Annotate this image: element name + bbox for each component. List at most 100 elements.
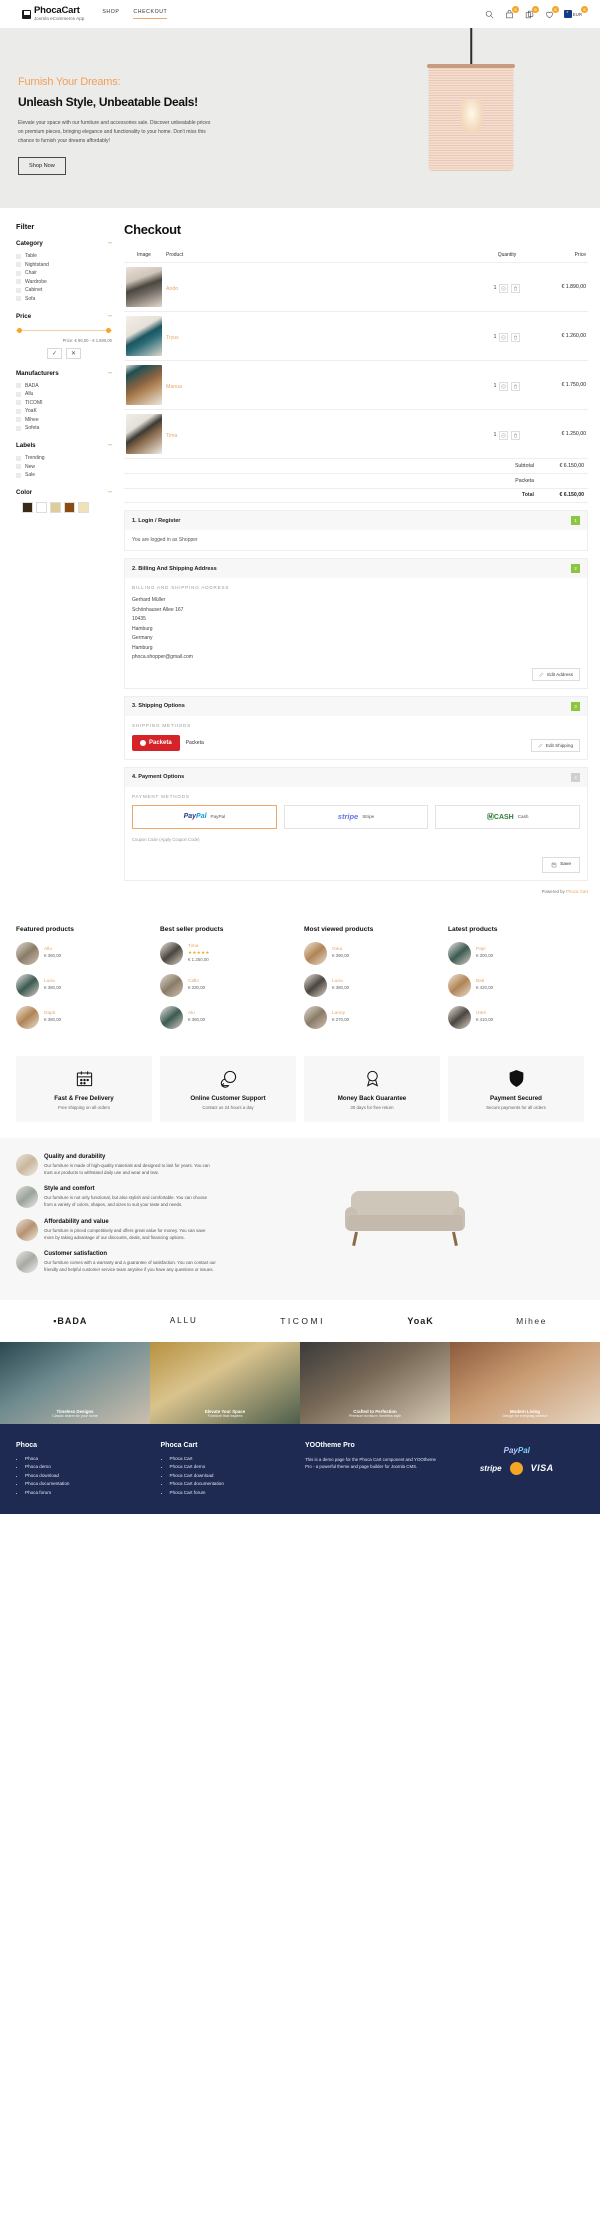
color-swatch-beige[interactable] (50, 502, 61, 513)
checkbox-icon[interactable] (16, 279, 21, 284)
filter-option-sofeta[interactable]: Sofeta (16, 425, 112, 431)
checkbox-icon[interactable] (16, 253, 21, 259)
footer-link[interactable]: Phoca documentation (25, 1481, 151, 1486)
strip-tile-crafted[interactable]: Crafted to Perfection Premium furniture, … (300, 1341, 450, 1424)
footer-link[interactable]: Phoca download (25, 1473, 151, 1478)
checkbox-icon[interactable] (16, 464, 21, 469)
filter-option-chair[interactable]: Chair (16, 270, 112, 276)
coupon-code-row[interactable]: Coupon Code (Apply Coupon Code) (132, 837, 580, 843)
product-name[interactable]: Bait (476, 978, 493, 985)
payment-method-paypal[interactable]: PayPal PayPal (132, 804, 277, 829)
product-name-link[interactable]: Tima (166, 433, 177, 439)
checkbox-icon[interactable] (16, 296, 21, 301)
footer-link[interactable]: Phoca Cart documentation (170, 1481, 296, 1486)
product-name[interactable]: Dapit (44, 1010, 61, 1017)
filter-option-new[interactable]: New (16, 464, 112, 470)
payment-method-cash[interactable]: ⓂCASH Cash (435, 804, 581, 829)
list-item[interactable]: Lanoy € 270,00 (304, 1005, 440, 1029)
checkbox-icon[interactable] (16, 287, 21, 293)
filter-option-ticomi[interactable]: TICOMI (16, 400, 112, 406)
edit-quantity-icon[interactable] (499, 283, 509, 293)
footer-link[interactable]: Phoca Cart forum (170, 1490, 296, 1495)
slider-knob-min[interactable] (17, 327, 22, 333)
list-item[interactable]: Allu € 360,00 (16, 941, 152, 965)
strip-tile-elevate[interactable]: Elevate Your Space Furniture that inspire… (150, 1341, 300, 1424)
brand-logo[interactable]: PhocaCart Joomla eCommerce App (22, 6, 84, 21)
remove-item-icon[interactable] (511, 283, 521, 293)
remove-item-icon[interactable] (511, 430, 521, 440)
list-item[interactable]: Luea € 380,00 (304, 973, 440, 997)
filter-option-sale[interactable]: Sale (16, 472, 112, 478)
collapse-icon[interactable]: – (108, 313, 112, 320)
product-thumbnail[interactable] (126, 267, 162, 307)
checkbox-icon[interactable] (16, 400, 21, 405)
cart-icon[interactable]: 0 (504, 5, 519, 20)
product-name[interactable]: Tima (188, 943, 210, 950)
step-header[interactable]: 2. Billing And Shipping Address 2 (125, 559, 587, 578)
footer-link[interactable]: Phoca demo (25, 1464, 151, 1469)
edit-quantity-icon[interactable] (499, 332, 509, 342)
color-swatch-cream[interactable] (78, 502, 89, 513)
strip-tile-modern[interactable]: Modern Living Design for everyday comfort (450, 1341, 600, 1424)
compare-icon[interactable]: 0 (524, 5, 539, 20)
filter-option-table[interactable]: Table (16, 253, 112, 259)
color-swatch-dark-brown[interactable] (22, 502, 33, 513)
filter-option-nightstand[interactable]: Nightstand (16, 262, 112, 268)
filter-option-cabinet[interactable]: Cabinet (16, 287, 112, 293)
list-item[interactable]: Tima ★★★★★ € 1.250,00 (160, 941, 296, 965)
save-button[interactable]: Save (542, 856, 580, 873)
list-item[interactable]: Callo € 330,00 (160, 973, 296, 997)
checkbox-icon[interactable] (16, 391, 21, 397)
product-name-link[interactable]: Ando (166, 286, 178, 292)
footer-link[interactable]: Phoca Cart (170, 1456, 296, 1461)
remove-item-icon[interactable] (511, 332, 521, 342)
collapse-icon[interactable]: – (108, 370, 112, 377)
product-name[interactable]: Lanoy (332, 1010, 349, 1017)
search-icon[interactable] (484, 9, 495, 20)
product-name-link[interactable]: Manua (166, 384, 182, 390)
coupon-code-hint[interactable]: (Apply Coupon Code) (159, 837, 199, 842)
checkbox-icon[interactable] (16, 270, 21, 276)
checkbox-icon[interactable] (16, 262, 21, 267)
price-reset-button[interactable]: ✕ (66, 347, 81, 359)
product-name[interactable]: Uteri (476, 1010, 493, 1017)
filter-option-bada[interactable]: BADA (16, 383, 112, 389)
product-thumbnail[interactable] (126, 414, 162, 454)
color-swatch-white[interactable] (36, 502, 47, 513)
product-name[interactable]: Luea (44, 978, 61, 985)
collapse-icon[interactable]: – (108, 240, 112, 247)
footer-link[interactable]: Phoca (25, 1456, 151, 1461)
price-apply-button[interactable]: ✓ (47, 347, 62, 359)
product-name[interactable]: Callo (188, 978, 205, 985)
list-item[interactable]: Pajri € 300,00 (448, 941, 584, 965)
checkbox-icon[interactable] (16, 383, 21, 388)
checkbox-icon[interactable] (16, 472, 21, 478)
checkbox-icon[interactable] (16, 425, 21, 431)
wishlist-heart-icon[interactable]: 0 (544, 5, 559, 20)
product-name[interactable]: Alu (188, 1010, 205, 1017)
strip-tile-timeless[interactable]: Timeless Designs Classic charm for your h… (0, 1341, 150, 1424)
list-item[interactable]: Giea € 390,00 (304, 941, 440, 965)
language-currency-switcher[interactable]: EUR 0 (564, 5, 588, 20)
product-name[interactable]: Allu (44, 946, 61, 953)
footer-link[interactable]: Phoca Cart download (170, 1473, 296, 1478)
step-header[interactable]: 4. Payment Options 4 (125, 767, 587, 787)
edit-quantity-icon[interactable] (499, 381, 509, 391)
nav-item-shop[interactable]: SHOP (102, 9, 119, 19)
filter-option-sofa[interactable]: Sofa (16, 296, 112, 302)
list-item[interactable]: Uteri € 410,00 (448, 1005, 584, 1029)
filter-option-wardrobe[interactable]: Wardrobe (16, 279, 112, 285)
color-swatch-brown[interactable] (64, 502, 75, 513)
collapse-icon[interactable]: – (108, 489, 112, 496)
list-item[interactable]: Alu € 360,00 (160, 1005, 296, 1029)
product-name-link[interactable]: Tryus (166, 335, 179, 341)
filter-option-allu[interactable]: Allu (16, 391, 112, 397)
collapse-icon[interactable]: – (108, 442, 112, 449)
checkbox-icon[interactable] (16, 455, 21, 461)
slider-knob-max[interactable] (106, 327, 111, 333)
step-header[interactable]: 1. Login / Register 1 (125, 511, 587, 530)
filter-option-mihee[interactable]: Mihee (16, 417, 112, 423)
nav-item-checkout[interactable]: CHECKOUT (133, 9, 168, 19)
edit-shipping-button[interactable]: Edit Shipping (530, 738, 580, 752)
list-item[interactable]: Dapit € 380,00 (16, 1005, 152, 1029)
